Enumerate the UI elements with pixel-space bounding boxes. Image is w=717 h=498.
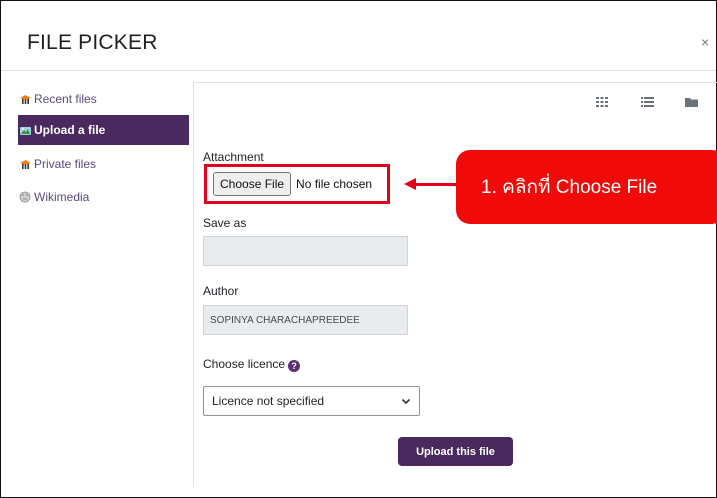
annotation-highlight-box bbox=[204, 164, 390, 204]
sidebar-item-recent-files[interactable]: Recent files bbox=[18, 84, 189, 114]
upload-panel bbox=[193, 82, 717, 487]
upload-this-file-button[interactable]: Upload this file bbox=[398, 437, 513, 466]
sidebar-item-label: Recent files bbox=[34, 92, 97, 106]
choose-licence-text: Choose licence bbox=[203, 357, 286, 371]
list-view-icon[interactable] bbox=[641, 94, 654, 112]
upload-icon bbox=[18, 123, 32, 137]
annotation-callout: 1. คลิกที่ Choose File bbox=[456, 150, 717, 224]
folder-view-icon[interactable] bbox=[685, 94, 698, 112]
sidebar-item-label: Upload a file bbox=[34, 123, 106, 137]
wikimedia-icon bbox=[18, 190, 32, 204]
dialog-title: FILE PICKER bbox=[27, 31, 158, 54]
author-label: Author bbox=[203, 284, 239, 298]
grid-view-icon[interactable] bbox=[596, 94, 608, 112]
licence-select-value: Licence not specified bbox=[212, 394, 325, 408]
annotation-arrow-line bbox=[414, 183, 456, 186]
author-field[interactable]: SOPINYA CHARACHAPREEDEE bbox=[203, 305, 408, 335]
attachment-label: Attachment bbox=[203, 150, 264, 164]
header-divider bbox=[1, 70, 716, 71]
save-as-field[interactable] bbox=[203, 236, 408, 266]
annotation-arrow-icon bbox=[404, 178, 416, 190]
licence-select[interactable]: Licence not specified bbox=[203, 386, 420, 416]
moodle-hat-icon bbox=[18, 92, 32, 106]
sidebar-item-upload-a-file[interactable]: Upload a file bbox=[18, 115, 189, 145]
chevron-down-icon bbox=[401, 395, 411, 409]
help-icon[interactable]: ? bbox=[288, 360, 301, 372]
sidebar-item-wikimedia[interactable]: Wikimedia bbox=[18, 182, 189, 212]
choose-licence-label: Choose licence? bbox=[203, 357, 301, 372]
close-icon[interactable]: × bbox=[701, 34, 709, 50]
save-as-label: Save as bbox=[203, 216, 247, 230]
sidebar-item-label: Wikimedia bbox=[34, 190, 90, 204]
sidebar-item-private-files[interactable]: Private files bbox=[18, 149, 189, 179]
moodle-hat-icon bbox=[18, 157, 32, 171]
sidebar-item-label: Private files bbox=[34, 157, 97, 171]
